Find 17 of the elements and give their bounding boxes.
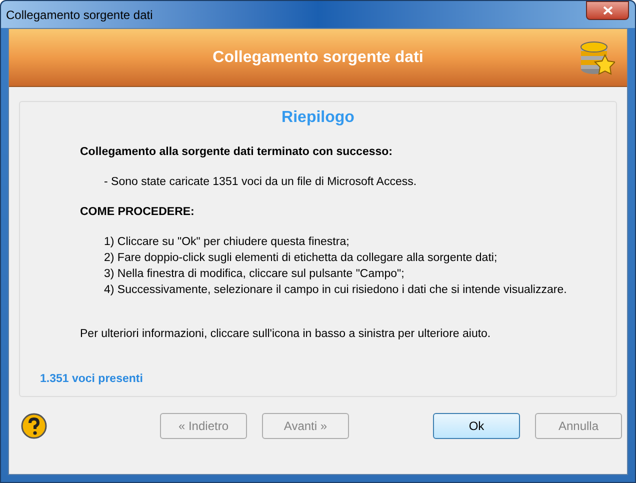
help-note: Per ulteriori informazioni, cliccare sull'icona in basso a sinistra per ulteriore aiuto. — [80, 327, 491, 342]
window-title: Collegamento sorgente dati — [6, 6, 153, 24]
list-item: - Sono state caricate 1351 voci da un file di Microsoft Access. — [104, 175, 417, 190]
header-title: Collegamento sorgente dati — [212, 48, 424, 68]
section-heading: Collegamento alla sorgente dati terminato con successo: — [80, 145, 392, 160]
entry-count: 1.351 voci presenti — [40, 372, 143, 387]
help-icon[interactable] — [21, 413, 47, 439]
list-item: 1) Cliccare su "Ok" per chiudere questa finestra; — [104, 235, 350, 250]
database-star-icon — [579, 39, 615, 77]
summary-title: Riepilogo — [280, 108, 356, 128]
section-heading: COME PROCEDERE: — [80, 205, 194, 220]
list-item: 4) Successivamente, selezionare il campo in cui risiedono i dati che si intende visualizzare. — [104, 283, 567, 298]
list-item: 3) Nella finestra di modifica, cliccare sul pulsante "Campo"; — [104, 267, 404, 282]
dialog-button[interactable]: Ok — [433, 413, 520, 439]
close-icon — [602, 6, 612, 15]
list-item: 2) Fare doppio-click sugli elementi di etichetta da collegare alla sorgente dati; — [104, 251, 498, 266]
close-button[interactable] — [586, 1, 629, 20]
